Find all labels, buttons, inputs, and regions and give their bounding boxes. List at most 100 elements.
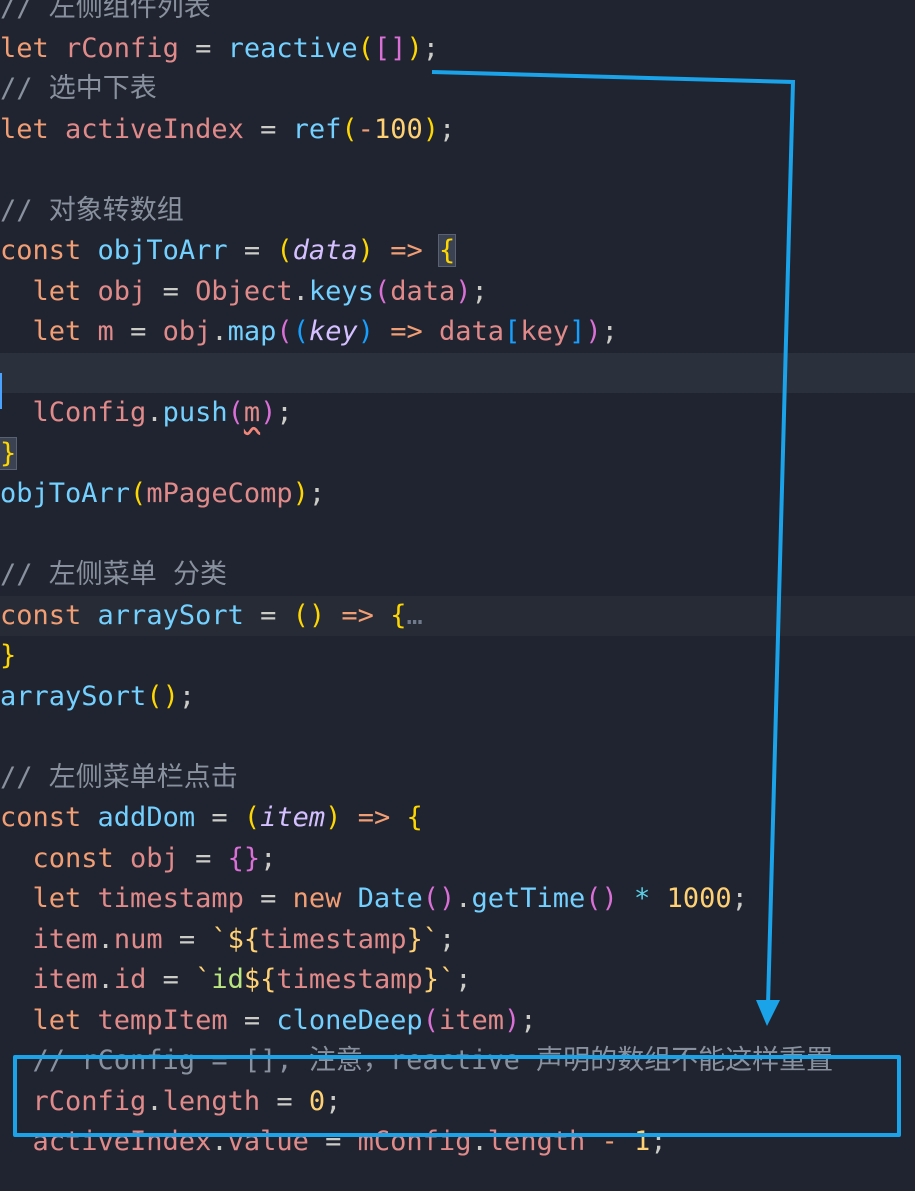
code-editor[interactable]: // 左侧组件列表 let rConfig = reactive([]); // 选…	[0, 0, 915, 1191]
code-token: data	[390, 275, 456, 307]
code-token: .	[455, 883, 472, 914]
code-token: reactive	[227, 32, 358, 64]
code-line[interactable]: let m = obj.map((key) => data[key]);	[0, 312, 915, 352]
code-token: ;	[178, 680, 196, 712]
code-line[interactable]: const arraySort = () => {…	[0, 595, 915, 636]
code-line[interactable]: const objToArr = (data) => {	[0, 231, 915, 271]
code-line[interactable]: // 选中下表	[0, 69, 915, 109]
code-token: =>	[373, 235, 439, 266]
code-line[interactable]	[0, 515, 915, 555]
code-line[interactable]: const obj = {};	[0, 839, 915, 879]
code-token: obj	[130, 842, 179, 874]
code-line[interactable]: item.id = `id${timestamp}`;	[0, 960, 915, 1000]
code-token: )	[422, 113, 439, 145]
code-token: .	[146, 397, 163, 428]
code-token: arraySort	[97, 599, 244, 631]
code-token: map	[227, 316, 277, 347]
code-token: }	[0, 436, 18, 470]
code-line[interactable]: let timestamp = new Date().getTime() * 1…	[0, 879, 915, 919]
code-token: getTime	[471, 883, 586, 914]
code-token: =	[146, 275, 196, 307]
code-token: let	[0, 113, 66, 145]
code-token: const	[0, 802, 98, 833]
code-line[interactable]: const addDom = (item) => {	[0, 798, 915, 838]
code-line[interactable]: let rConfig = reactive([]);	[0, 29, 915, 69]
code-token: ]	[569, 316, 586, 347]
code-token: =	[227, 235, 277, 266]
code-token: ()	[422, 883, 456, 914]
code-comment: // 对象转数组	[0, 194, 184, 226]
code-token: `${	[211, 923, 261, 955]
code-line[interactable]: // 对象转数组	[0, 191, 915, 231]
code-line[interactable]: lConfig.push(m);	[0, 393, 915, 433]
code-token: ;	[601, 316, 618, 347]
annotation-highlight-box	[13, 1055, 901, 1137]
code-line[interactable]: }	[0, 636, 915, 676]
code-token: key	[308, 316, 358, 347]
code-token: ${	[243, 964, 277, 995]
code-token: =	[162, 923, 212, 955]
code-token: .	[97, 923, 114, 955]
code-line[interactable]: }	[0, 434, 915, 474]
code-line[interactable]: item.num = `${timestamp}`;	[0, 920, 915, 960]
code-token: )	[325, 802, 342, 833]
code-token: }	[0, 640, 17, 671]
code-token: keys	[308, 275, 374, 307]
code-line[interactable]: // 左侧组件列表	[0, 0, 915, 28]
code-token: (	[357, 32, 374, 64]
code-token: ;	[308, 478, 326, 509]
code-token: )	[292, 478, 309, 509]
code-line[interactable]	[0, 717, 915, 757]
code-token: }`	[422, 964, 456, 995]
code-token: key	[520, 316, 570, 347]
code-comment: // 选中下表	[0, 73, 157, 104]
code-token: obj	[162, 316, 212, 347]
code-token: objToArr	[97, 235, 228, 266]
code-token: lConfig	[0, 397, 147, 428]
code-token: item	[0, 964, 98, 995]
code-token: 1000	[666, 883, 732, 914]
code-line[interactable]: objToArr(mPageComp);	[0, 474, 915, 514]
code-token: new	[292, 883, 358, 914]
code-token: ;	[276, 397, 293, 428]
code-token: =>	[325, 599, 391, 631]
code-token: addDom	[97, 802, 196, 833]
code-token: Object	[195, 275, 293, 307]
code-token: arraySort	[0, 680, 147, 712]
code-token: timestamp	[97, 883, 244, 914]
code-token: =	[243, 883, 293, 914]
code-token: ()	[146, 680, 179, 712]
code-token: }`	[406, 923, 439, 955]
code-token: =	[146, 964, 196, 995]
code-line[interactable]: arraySort();	[0, 677, 915, 717]
code-token: {}	[227, 842, 261, 874]
code-token: ;	[260, 842, 277, 874]
code-token: {	[390, 599, 407, 631]
code-token: const	[0, 235, 98, 266]
code-token: id	[113, 964, 147, 995]
code-token: =	[113, 316, 163, 347]
code-token: =	[243, 113, 293, 145]
code-token: )	[585, 316, 602, 347]
code-line[interactable]: let tempItem = cloneDeep(item);	[0, 1001, 915, 1041]
code-token: (	[422, 1004, 439, 1036]
code-line[interactable]: // 左侧菜单 分类	[0, 555, 915, 595]
code-token: rConfig	[65, 32, 179, 64]
code-token: mPageComp	[146, 478, 293, 509]
code-token: *	[617, 883, 667, 914]
code-line[interactable]	[0, 150, 915, 190]
code-line[interactable]	[0, 352, 915, 393]
code-token: …	[406, 599, 423, 631]
code-line[interactable]: let activeIndex = ref(-100);	[0, 110, 915, 150]
code-token: const	[0, 842, 131, 874]
code-token: =	[243, 599, 293, 631]
code-token: =	[178, 32, 228, 64]
code-token: ;	[438, 923, 456, 955]
code-token: -	[357, 113, 374, 145]
code-token: data	[439, 316, 505, 347]
code-token: (	[292, 316, 309, 347]
code-token: ;	[731, 883, 748, 914]
code-token: objToArr	[0, 478, 131, 509]
code-line[interactable]: // 左侧菜单栏点击	[0, 758, 915, 798]
code-line[interactable]: let obj = Object.keys(data);	[0, 272, 915, 312]
